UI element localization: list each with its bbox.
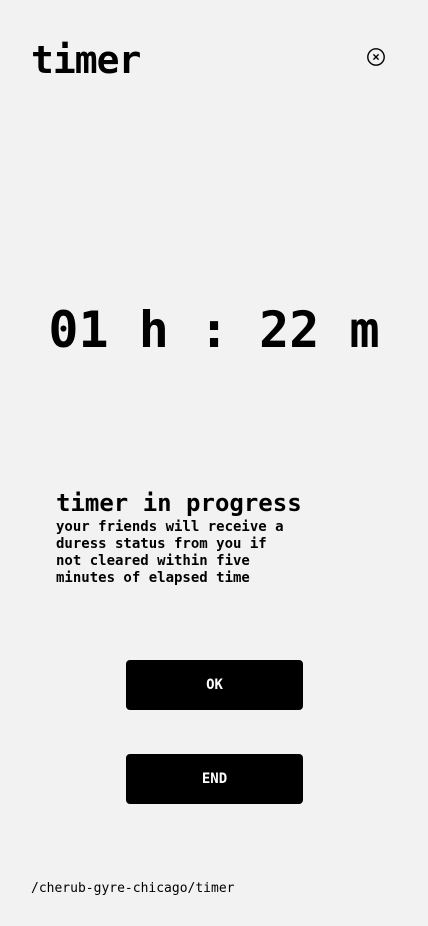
- status-heading: timer in progress: [56, 489, 302, 517]
- route-path: /cherub-gyre-chicago/timer: [31, 881, 235, 896]
- close-circle-icon: [367, 48, 385, 66]
- end-button[interactable]: END: [126, 754, 303, 804]
- status-description: your friends will receive a duress statu…: [56, 519, 284, 586]
- timer-hours: 01: [48, 301, 109, 359]
- ok-button[interactable]: OK: [126, 660, 303, 710]
- timer-minutes: 22: [259, 301, 320, 359]
- status-block: timer in progress your friends will rece…: [56, 489, 356, 587]
- timer-hours-unit: h: [138, 301, 169, 359]
- timer-display: 01 h : 22 m: [0, 302, 428, 358]
- page-title: timer: [31, 38, 141, 82]
- close-button[interactable]: [366, 47, 386, 67]
- timer-minutes-unit: m: [349, 301, 380, 359]
- timer-separator: :: [198, 301, 230, 359]
